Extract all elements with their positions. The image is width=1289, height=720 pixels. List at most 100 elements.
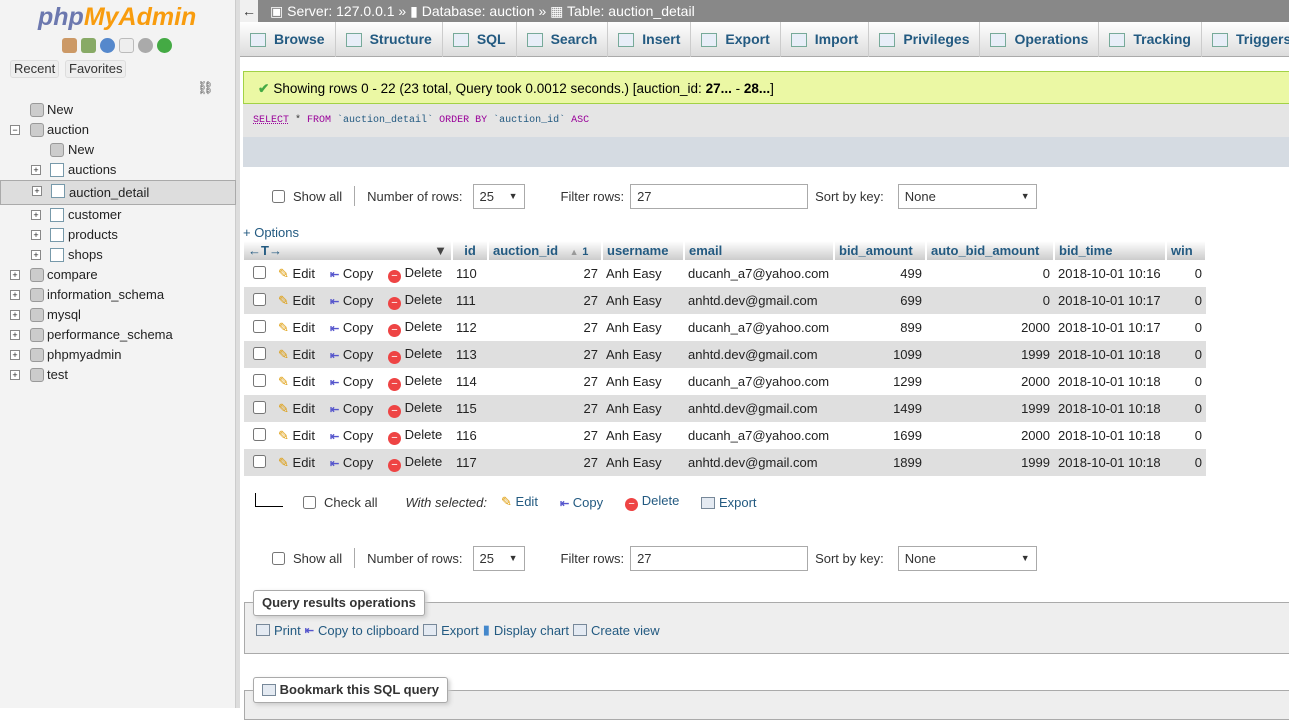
cell-bid-amount[interactable]: 1299 bbox=[834, 368, 926, 395]
export-link[interactable]: Export bbox=[441, 623, 479, 638]
expand-icon[interactable]: + bbox=[10, 370, 20, 380]
tab-structure[interactable]: Structure bbox=[336, 22, 443, 57]
bulk-copy-button[interactable]: ⇤ Copy bbox=[560, 495, 603, 510]
tab-operations[interactable]: Operations bbox=[980, 22, 1100, 57]
column-header-email[interactable]: email bbox=[684, 241, 835, 260]
tree-item-label[interactable]: shops bbox=[68, 247, 103, 262]
row-edit-button[interactable]: ✎ Edit bbox=[274, 287, 326, 314]
cell-username[interactable]: Anh Easy bbox=[602, 422, 684, 449]
row-checkbox[interactable] bbox=[252, 346, 266, 360]
cell-win[interactable]: 0 bbox=[1166, 449, 1206, 476]
cell-username[interactable]: Anh Easy bbox=[602, 314, 684, 341]
bookmark-sql-query-button[interactable]: Bookmark this SQL query bbox=[253, 677, 449, 703]
row-checkbox[interactable] bbox=[252, 265, 266, 279]
rows-select[interactable]: 25 ▼ bbox=[472, 545, 525, 571]
breadcrumb-table[interactable]: Table: auction_detail bbox=[567, 3, 695, 19]
sort-key-select[interactable]: None ▼ bbox=[897, 545, 1037, 571]
column-header-win[interactable]: win bbox=[1166, 241, 1207, 260]
cell-auto-bid-amount[interactable]: 2000 bbox=[926, 368, 1054, 395]
tab-export[interactable]: Export bbox=[691, 22, 781, 57]
check-all-checkbox[interactable] bbox=[303, 495, 316, 509]
cell-id[interactable]: 110 bbox=[452, 260, 488, 287]
cell-username[interactable]: Anh Easy bbox=[602, 260, 684, 287]
cell-bid-amount[interactable]: 699 bbox=[834, 287, 926, 314]
tree-item-compare[interactable]: + compare bbox=[0, 265, 236, 285]
cell-auction-id[interactable]: 27 bbox=[488, 368, 602, 395]
breadcrumb-server[interactable]: Server: 127.0.0.1 bbox=[287, 3, 394, 19]
tree-item-products[interactable]: + products bbox=[0, 225, 236, 245]
expand-icon[interactable]: + bbox=[31, 250, 41, 260]
row-copy-button[interactable]: ⇤ Copy bbox=[326, 449, 384, 476]
home-icon[interactable] bbox=[62, 38, 77, 53]
expand-icon[interactable]: + bbox=[32, 186, 42, 196]
tree-item-auction[interactable]: − auction bbox=[0, 120, 236, 140]
expand-icon[interactable]: + bbox=[10, 350, 20, 360]
copy-to-clipboard-link[interactable]: Copy to clipboard bbox=[318, 623, 419, 638]
tree-item-label[interactable]: customer bbox=[68, 207, 121, 222]
row-delete-button[interactable]: − Delete bbox=[384, 395, 452, 422]
cell-bid-time[interactable]: 2018-10-01 10:18 bbox=[1054, 449, 1166, 476]
row-delete-button[interactable]: − Delete bbox=[384, 287, 452, 314]
tree-item-shops[interactable]: + shops bbox=[0, 245, 236, 265]
expand-icon[interactable]: + bbox=[31, 210, 41, 220]
show-all-checkbox[interactable] bbox=[272, 551, 285, 565]
row-edit-button[interactable]: ✎ Edit bbox=[274, 449, 326, 476]
cell-win[interactable]: 0 bbox=[1166, 422, 1206, 449]
row-checkbox[interactable] bbox=[252, 292, 266, 306]
bulk-edit-button[interactable]: ✎ Edit bbox=[501, 494, 538, 510]
tree-item-label[interactable]: auctions bbox=[68, 162, 116, 177]
cell-username[interactable]: Anh Easy bbox=[602, 449, 684, 476]
tree-item-label[interactable]: New bbox=[47, 102, 73, 117]
column-header-auction-id[interactable]: auction_id ▲ 1 bbox=[488, 241, 603, 260]
cell-id[interactable]: 111 bbox=[452, 287, 488, 314]
tree-item-customer[interactable]: + customer bbox=[0, 205, 236, 225]
phpmyadmin-logo[interactable]: phpMyAdmin bbox=[38, 3, 196, 32]
row-checkbox[interactable] bbox=[252, 319, 266, 333]
cell-auto-bid-amount[interactable]: 2000 bbox=[926, 422, 1054, 449]
cell-auto-bid-amount[interactable]: 1999 bbox=[926, 395, 1054, 422]
cell-email[interactable]: anhtd.dev@gmail.com bbox=[684, 449, 834, 476]
expand-icon[interactable]: + bbox=[10, 270, 20, 280]
tree-item-label[interactable]: information_schema bbox=[47, 287, 164, 302]
row-edit-button[interactable]: ✎ Edit bbox=[274, 314, 326, 341]
tab-search[interactable]: Search bbox=[517, 22, 609, 57]
logout-icon[interactable] bbox=[81, 38, 96, 53]
cell-username[interactable]: Anh Easy bbox=[602, 287, 684, 314]
column-visibility-dropdown-icon[interactable]: ▼ bbox=[434, 243, 447, 258]
tree-item-label[interactable]: auction bbox=[47, 122, 89, 137]
cell-auto-bid-amount[interactable]: 1999 bbox=[926, 449, 1054, 476]
column-header-username[interactable]: username bbox=[602, 241, 685, 260]
tree-item-mysql[interactable]: + mysql bbox=[0, 305, 236, 325]
link-with-main-panel-icon[interactable]: ⛓ bbox=[197, 80, 214, 96]
cell-username[interactable]: Anh Easy bbox=[602, 341, 684, 368]
tab-tracking[interactable]: Tracking bbox=[1099, 22, 1202, 57]
row-edit-button[interactable]: ✎ Edit bbox=[274, 368, 326, 395]
cell-id[interactable]: 116 bbox=[452, 422, 488, 449]
row-copy-button[interactable]: ⇤ Copy bbox=[326, 395, 384, 422]
tree-item-information-schema[interactable]: + information_schema bbox=[0, 285, 236, 305]
cell-username[interactable]: Anh Easy bbox=[602, 395, 684, 422]
cell-bid-time[interactable]: 2018-10-01 10:16 bbox=[1054, 260, 1166, 287]
options-link[interactable]: + Options bbox=[243, 225, 299, 240]
row-edit-button[interactable]: ✎ Edit bbox=[274, 260, 326, 287]
row-checkbox[interactable] bbox=[252, 427, 266, 441]
tree-item-label[interactable]: test bbox=[47, 367, 68, 382]
cell-auction-id[interactable]: 27 bbox=[488, 395, 602, 422]
row-checkbox[interactable] bbox=[252, 373, 266, 387]
tab-privileges[interactable]: Privileges bbox=[869, 22, 981, 57]
cell-auction-id[interactable]: 27 bbox=[488, 422, 602, 449]
cell-auction-id[interactable]: 27 bbox=[488, 341, 602, 368]
cell-email[interactable]: ducanh_a7@yahoo.com bbox=[684, 314, 834, 341]
cell-email[interactable]: anhtd.dev@gmail.com bbox=[684, 341, 834, 368]
tab-insert[interactable]: Insert bbox=[608, 22, 692, 57]
row-checkbox[interactable] bbox=[252, 400, 266, 414]
cell-bid-amount[interactable]: 1699 bbox=[834, 422, 926, 449]
cell-auction-id[interactable]: 27 bbox=[488, 449, 602, 476]
row-delete-button[interactable]: − Delete bbox=[384, 341, 452, 368]
cell-id[interactable]: 112 bbox=[452, 314, 488, 341]
row-delete-button[interactable]: − Delete bbox=[384, 260, 452, 287]
help-icon[interactable] bbox=[100, 38, 115, 53]
favorites-tab[interactable]: Favorites bbox=[65, 60, 127, 78]
row-delete-button[interactable]: − Delete bbox=[384, 314, 452, 341]
expand-icon[interactable]: + bbox=[10, 330, 20, 340]
